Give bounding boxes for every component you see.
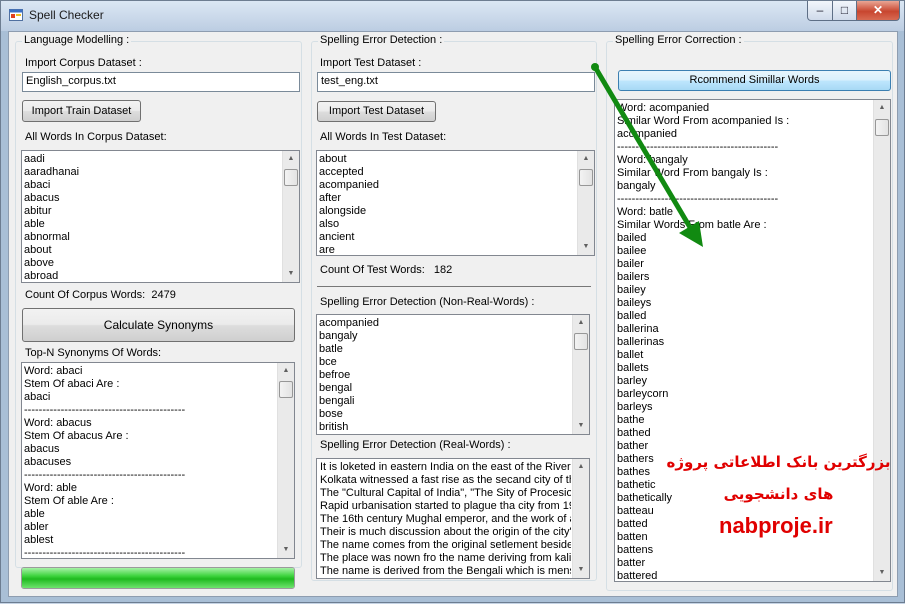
annotation-arrow-icon [591,63,703,247]
app-window: Spell Checker – □ ✕ Language Modelling :… [0,0,905,603]
